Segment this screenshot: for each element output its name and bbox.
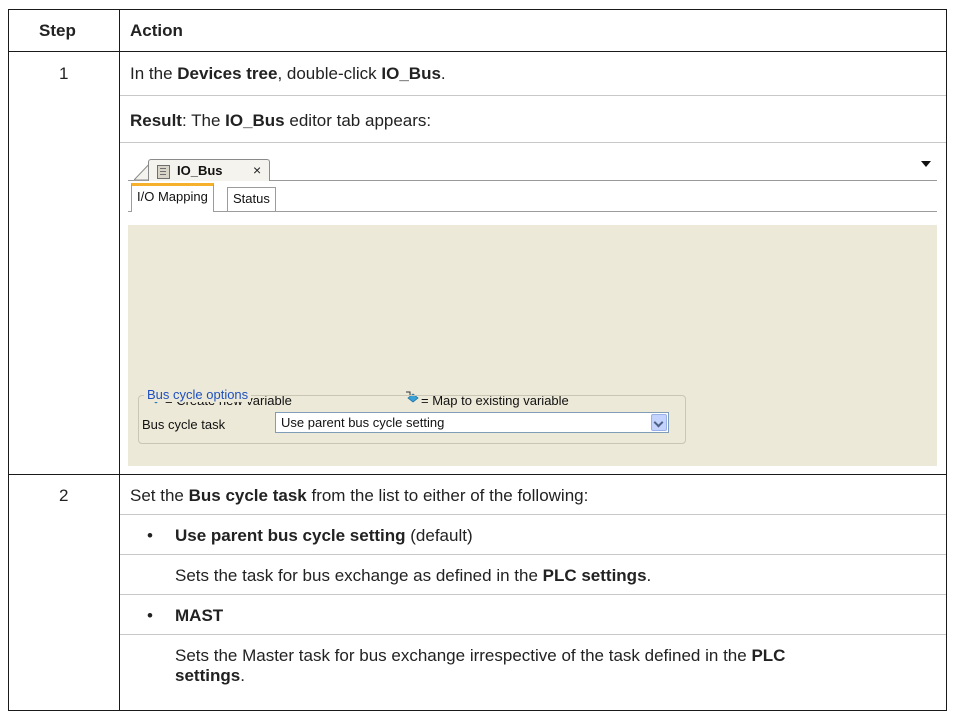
option-mast-desc: Sets the Master task for bus exchange ir… (175, 646, 786, 665)
cell-divider (120, 634, 946, 635)
bullet: • (147, 606, 153, 625)
cell-divider (120, 142, 946, 143)
option-mast: MAST (175, 606, 224, 625)
tab-io-mapping[interactable]: I/O Mapping (131, 183, 214, 212)
sub-tab-baseline (128, 211, 937, 212)
cell-divider (120, 554, 946, 555)
cell-divider (120, 514, 946, 515)
device-icon (157, 165, 170, 179)
close-icon[interactable]: × (253, 162, 261, 178)
chevron-down-icon[interactable] (651, 414, 667, 431)
editor-tab-strip: IO_Bus × (128, 155, 937, 181)
column-separator (119, 10, 120, 710)
result-line: Result: The IO_Bus editor tab appears: (130, 111, 432, 130)
bus-cycle-task-label: Bus cycle task (142, 417, 226, 432)
step-number: 1 (59, 64, 69, 83)
option-parent-desc: Sets the task for bus exchange as define… (175, 566, 652, 585)
tab-status[interactable]: Status (227, 187, 276, 211)
editor-tab-label: IO_Bus (177, 163, 223, 178)
option-parent: Use parent bus cycle setting (default) (175, 526, 473, 545)
tab-list-dropdown-icon[interactable] (921, 161, 931, 167)
row-separator (9, 474, 946, 475)
action-line: In the Devices tree, double-click IO_Bus… (130, 64, 446, 83)
groupbox-title: Bus cycle options (144, 387, 252, 402)
action-line: Set the Bus cycle task from the list to … (130, 486, 589, 505)
io-bus-editor-screenshot: IO_Bus × I/O Mapping Status = Create new… (128, 155, 937, 466)
bus-cycle-task-select[interactable]: Use parent bus cycle setting (275, 412, 669, 433)
sub-tab-bar: I/O Mapping Status (128, 181, 937, 225)
option-mast-desc-cont: settings. (175, 666, 245, 685)
select-value: Use parent bus cycle setting (281, 415, 445, 430)
step-number: 2 (59, 486, 69, 505)
cell-divider (120, 594, 946, 595)
bullet: • (147, 526, 153, 545)
header-action: Action (130, 21, 183, 40)
header-step: Step (39, 21, 76, 40)
editor-tab-io-bus[interactable]: IO_Bus × (148, 159, 270, 181)
cell-divider (120, 95, 946, 96)
header-separator (9, 51, 946, 52)
